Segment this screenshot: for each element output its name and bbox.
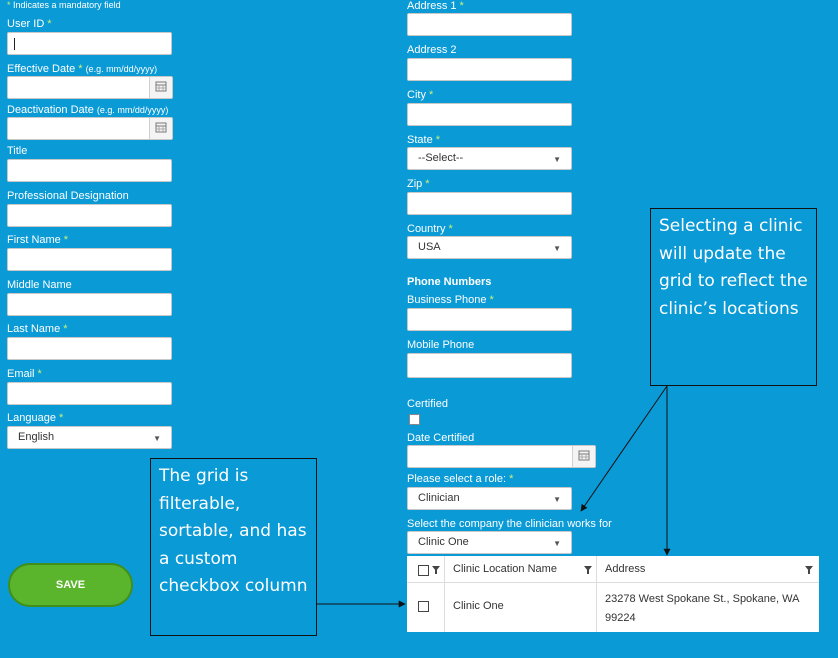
filter-icon[interactable] xyxy=(805,566,813,574)
grid-header: Clinic Location Name Address xyxy=(407,556,819,583)
chevron-down-icon: ▼ xyxy=(553,244,561,253)
role-select[interactable]: Clinician ▼ xyxy=(407,487,572,510)
email-input[interactable] xyxy=(7,382,172,405)
effective-date-input[interactable] xyxy=(7,76,173,99)
middle-name-label: Middle Name xyxy=(7,279,72,291)
row-location-cell: Clinic One xyxy=(445,583,597,632)
calendar-icon[interactable] xyxy=(572,446,595,467)
chevron-down-icon: ▼ xyxy=(553,155,561,164)
clinic-annotation-box: Selecting a clinic will update the grid … xyxy=(650,208,817,386)
zip-label: Zip * xyxy=(407,178,430,190)
chevron-down-icon: ▼ xyxy=(153,434,161,443)
deactivation-date-input[interactable] xyxy=(7,117,173,140)
column-header-location-label: Clinic Location Name xyxy=(453,563,557,575)
save-button[interactable]: SAVE xyxy=(8,563,133,607)
first-name-input[interactable] xyxy=(7,248,172,271)
address2-input[interactable] xyxy=(407,58,572,81)
row-location-name: Clinic One xyxy=(453,600,504,612)
address1-input[interactable] xyxy=(407,13,572,36)
country-label: Country * xyxy=(407,223,453,235)
business-phone-input[interactable] xyxy=(407,308,572,331)
professional-designation-input[interactable] xyxy=(7,204,172,227)
filter-icon[interactable] xyxy=(432,566,440,574)
date-certified-input[interactable] xyxy=(407,445,596,468)
certified-checkbox[interactable] xyxy=(409,414,420,425)
filter-icon[interactable] xyxy=(584,566,592,574)
role-label: Please select a role: * xyxy=(407,473,514,485)
company-label: Select the company the clinician works f… xyxy=(407,518,612,530)
last-name-input[interactable] xyxy=(7,337,172,360)
user-id-label: User ID * xyxy=(7,18,52,30)
row-checkbox[interactable] xyxy=(418,601,429,612)
certified-label: Certified xyxy=(407,398,448,410)
mobile-phone-input[interactable] xyxy=(407,353,572,378)
business-phone-label: Business Phone * xyxy=(407,294,494,306)
calendar-icon[interactable] xyxy=(149,118,172,139)
address2-label: Address 2 xyxy=(407,44,457,56)
address1-label: Address 1 * xyxy=(407,0,464,12)
column-header-address[interactable]: Address xyxy=(597,556,819,582)
row-checkbox-cell xyxy=(407,583,445,632)
calendar-icon[interactable] xyxy=(149,77,172,98)
zip-input[interactable] xyxy=(407,192,572,215)
chevron-down-icon: ▼ xyxy=(553,495,561,504)
company-select[interactable]: Clinic One ▼ xyxy=(407,531,572,554)
select-all-column-header xyxy=(407,556,445,582)
row-address: 23278 West Spokane St., Spokane, WA 9922… xyxy=(605,593,799,624)
mandatory-note: * Indicates a mandatory field xyxy=(7,0,121,10)
phone-numbers-heading: Phone Numbers xyxy=(407,276,492,288)
mobile-phone-label: Mobile Phone xyxy=(407,339,475,351)
title-label: Title xyxy=(7,145,28,157)
user-id-input[interactable] xyxy=(7,32,172,55)
state-label: State * xyxy=(407,134,440,146)
first-name-label: First Name * xyxy=(7,234,69,246)
city-label: City * xyxy=(407,89,434,101)
city-input[interactable] xyxy=(407,103,572,126)
state-select[interactable]: --Select-- ▼ xyxy=(407,147,572,170)
column-header-location[interactable]: Clinic Location Name xyxy=(445,556,597,582)
select-all-checkbox[interactable] xyxy=(418,565,429,576)
country-select[interactable]: USA ▼ xyxy=(407,236,572,259)
table-row[interactable]: Clinic One 23278 West Spokane St., Spoka… xyxy=(407,583,819,632)
row-address-cell: 23278 West Spokane St., Spokane, WA 9922… xyxy=(597,583,819,632)
language-select[interactable]: English ▼ xyxy=(7,426,172,449)
column-header-address-label: Address xyxy=(605,563,646,575)
middle-name-input[interactable] xyxy=(7,293,172,316)
language-label: Language * xyxy=(7,412,64,424)
grid-annotation-box: The grid is filterable, sortable, and ha… xyxy=(150,458,317,636)
email-label: Email * xyxy=(7,368,42,380)
deactivation-date-label: Deactivation Date (e.g. mm/dd/yyyy) xyxy=(7,104,169,116)
effective-date-label: Effective Date * (e.g. mm/dd/yyyy) xyxy=(7,63,158,75)
chevron-down-icon: ▼ xyxy=(553,539,561,548)
clinic-locations-grid: Clinic Location Name Address Clinic One … xyxy=(407,556,819,632)
professional-designation-label: Professional Designation xyxy=(7,190,129,202)
title-input[interactable] xyxy=(7,159,172,182)
date-certified-label: Date Certified xyxy=(407,432,475,444)
last-name-label: Last Name * xyxy=(7,323,68,335)
